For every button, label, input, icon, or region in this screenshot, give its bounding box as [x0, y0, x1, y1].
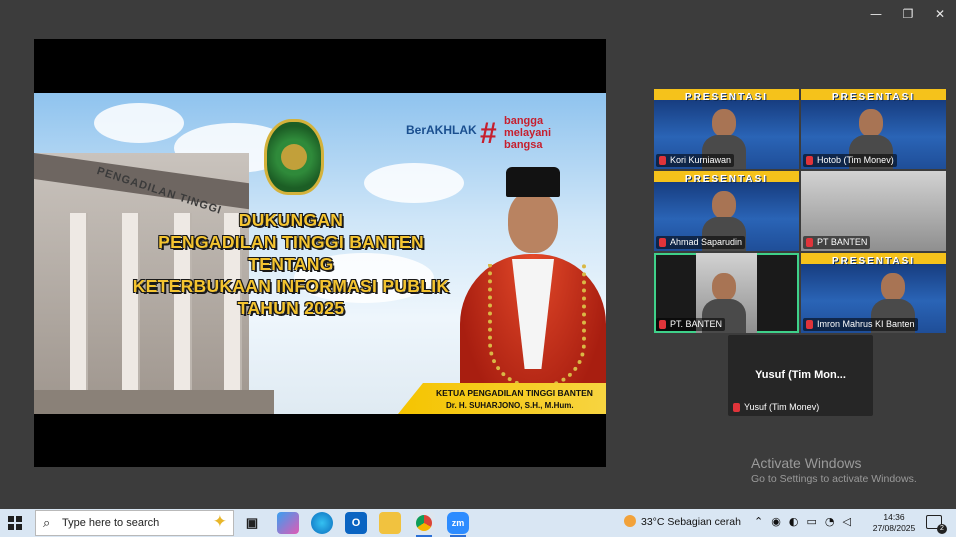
- outlook-icon[interactable]: O: [345, 512, 367, 534]
- task-view-icon[interactable]: ▣: [241, 512, 263, 534]
- edge-icon[interactable]: [311, 512, 333, 534]
- slide-title: DUKUNGAN PENGADILAN TINGGI BANTEN TENTAN…: [132, 210, 450, 318]
- file-explorer-icon[interactable]: [379, 512, 401, 534]
- participant-name: PT. BANTEN: [656, 318, 726, 331]
- taskbar-search[interactable]: ⌕ Type here to search ✦: [35, 510, 234, 536]
- caption-title: KETUA PENGADILAN TINGGI BANTEN: [436, 388, 593, 398]
- participant-name: PT BANTEN: [803, 236, 871, 249]
- chrome-icon[interactable]: [413, 512, 435, 537]
- judge-portrait: [460, 159, 606, 414]
- weather-widget[interactable]: 33°C Sebagian cerah: [624, 515, 741, 528]
- participant-tile[interactable]: PRESENTASI Hotob (Tim Monev): [801, 89, 946, 169]
- chevron-up-icon[interactable]: ⌃: [754, 515, 763, 528]
- battery-icon[interactable]: ▭: [806, 515, 816, 528]
- participant-tile[interactable]: PRESENTASI Imron Mahrus KI Banten: [801, 253, 946, 333]
- participant-tile[interactable]: PT BANTEN: [801, 171, 946, 251]
- record-icon[interactable]: ◉: [771, 515, 781, 528]
- screen-share-view: PENGADILAN TINGGI BerAKHLAK # bangga mel…: [34, 39, 606, 467]
- participant-name: Imron Mahrus KI Banten: [803, 318, 918, 331]
- copilot-icon[interactable]: [277, 512, 299, 534]
- presentation-slide: PENGADILAN TINGGI BerAKHLAK # bangga mel…: [34, 93, 606, 414]
- participant-tile[interactable]: PRESENTASI Ahmad Saparudin: [654, 171, 799, 251]
- court-emblem-logo: [264, 119, 324, 195]
- wifi-icon[interactable]: ◔: [825, 515, 835, 528]
- weather-sun-icon: [624, 515, 636, 527]
- notification-icon[interactable]: 2: [926, 515, 947, 534]
- minimize-button[interactable]: —: [860, 0, 892, 28]
- zoom-icon[interactable]: zm: [447, 512, 469, 537]
- taskbar: ⌕ Type here to search ✦ ▣ O zm 33°C Seba…: [0, 509, 956, 537]
- participant-name: Kori Kurniawan: [656, 154, 735, 167]
- taskbar-clock[interactable]: 14:36 27/08/2025: [868, 512, 920, 534]
- participant-tile[interactable]: PRESENTASI Kori Kurniawan: [654, 89, 799, 169]
- participant-display-name: Yusuf (Tim Mon...: [755, 369, 846, 381]
- berakhlak-logo: BerAKHLAK: [406, 123, 477, 137]
- windows-start-icon[interactable]: [8, 516, 22, 530]
- search-input[interactable]: Type here to search: [62, 517, 159, 529]
- participant-name: Hotob (Tim Monev): [803, 154, 897, 167]
- system-tray: ⌃ ◉ ◐ ▭ ◔ ◁: [754, 515, 851, 528]
- meet-now-icon[interactable]: ◐: [789, 515, 799, 528]
- volume-icon[interactable]: ◁: [842, 515, 850, 528]
- participant-tile-video-off[interactable]: Yusuf (Tim Mon... Yusuf (Tim Monev): [728, 335, 873, 416]
- sparkle-icon: ✦: [212, 512, 227, 531]
- window-controls: — ❐ ✕: [860, 0, 956, 28]
- activate-windows-watermark: Activate Windows Go to Settings to activ…: [751, 455, 917, 485]
- participant-tile-active-speaker[interactable]: PT. BANTEN: [654, 253, 799, 333]
- caption-name: Dr. H. SUHARJONO, S.H., M.Hum.: [446, 401, 574, 410]
- participant-name: Yusuf (Tim Monev): [730, 401, 822, 414]
- restore-button[interactable]: ❐: [892, 0, 924, 28]
- participant-name: Ahmad Saparudin: [656, 236, 746, 249]
- search-icon: ⌕: [43, 515, 51, 530]
- close-button[interactable]: ✕: [924, 0, 956, 28]
